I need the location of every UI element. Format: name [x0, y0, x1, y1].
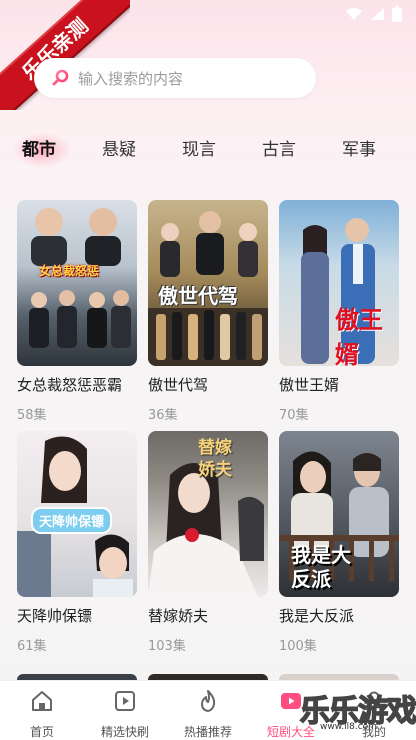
drama-title: 我是大反派 — [279, 607, 355, 625]
poster-title: 傲世代驾 — [158, 284, 238, 308]
search-bar[interactable]: 输入搜索的内容 — [34, 58, 316, 98]
nav-featured[interactable]: 精选快刷 — [85, 689, 165, 740]
poster-title: 替嫁娇夫 — [198, 438, 232, 480]
flame-icon — [201, 690, 216, 712]
home-icon — [32, 691, 52, 711]
episode-count: 100集 — [279, 639, 317, 654]
episode-count: 36集 — [148, 408, 178, 423]
drama-title: 傲世代驾 — [148, 376, 209, 394]
drama-card[interactable]: 女总裁怒惩 女总裁怒惩恶霸 58集 — [17, 200, 137, 423]
drama-card[interactable]: 我是大反派 我是大反派 100集 — [279, 431, 399, 654]
nav-hot[interactable]: 热播推荐 — [168, 689, 248, 740]
search-icon — [52, 69, 69, 86]
episode-count: 61集 — [17, 639, 47, 654]
nav-label: 热播推荐 — [183, 725, 232, 739]
tab-guyan[interactable]: 古言 — [262, 136, 296, 164]
drama-poster[interactable]: 女总裁怒惩 — [17, 200, 137, 366]
tab-xuanyi[interactable]: 悬疑 — [102, 136, 136, 164]
episode-count: 70集 — [279, 408, 309, 423]
drama-title: 傲世王婿 — [279, 376, 340, 394]
drama-title: 替嫁娇夫 — [148, 607, 209, 625]
signal-icon — [371, 8, 384, 20]
drama-card[interactable]: 傲世代驾 傲世代驾 36集 — [148, 200, 268, 423]
watermark-url: www.ll8.com — [320, 722, 377, 732]
wifi-icon — [346, 8, 362, 20]
episode-count: 103集 — [148, 639, 186, 654]
drama-card[interactable]: 傲王婿 傲世王婿 70集 — [279, 200, 399, 423]
poster-title: 天降帅保镖 — [31, 507, 113, 534]
tab-junshi[interactable]: 军事 — [342, 136, 376, 164]
drama-title: 女总裁怒惩恶霸 — [17, 376, 123, 394]
tab-xianyan[interactable]: 现言 — [182, 136, 216, 164]
poster-title: 女总裁怒惩 — [39, 264, 100, 278]
tab-dushi[interactable]: 都市 — [12, 132, 72, 168]
nav-home[interactable]: 首页 — [2, 689, 82, 740]
drama-poster[interactable]: 傲王婿 — [279, 200, 399, 366]
status-bar — [0, 0, 416, 28]
episode-count: 58集 — [17, 408, 47, 423]
drama-poster[interactable]: 天降帅保镖 — [17, 431, 137, 597]
drama-title: 天降帅保镖 — [17, 607, 93, 625]
poster-title: 我是大反派 — [291, 543, 351, 591]
drama-poster[interactable]: 我是大反派 — [279, 431, 399, 597]
search-placeholder: 输入搜索的内容 — [78, 69, 184, 88]
poster-title: 傲王婿 — [335, 306, 383, 366]
drama-poster[interactable]: 傲世代驾 — [148, 200, 268, 366]
nav-label: 首页 — [29, 725, 54, 739]
battery-icon — [392, 6, 402, 22]
drama-card[interactable]: 替嫁娇夫 替嫁娇夫 103集 — [148, 431, 268, 654]
drama-card[interactable]: 天降帅保镖 天降帅保镖 61集 — [17, 431, 137, 654]
nav-label: 精选快刷 — [100, 725, 149, 739]
category-tabs: 都市 悬疑 现言 古言 军事 — [0, 132, 416, 168]
play-square-icon — [115, 691, 135, 711]
drama-poster[interactable]: 替嫁娇夫 — [148, 431, 268, 597]
